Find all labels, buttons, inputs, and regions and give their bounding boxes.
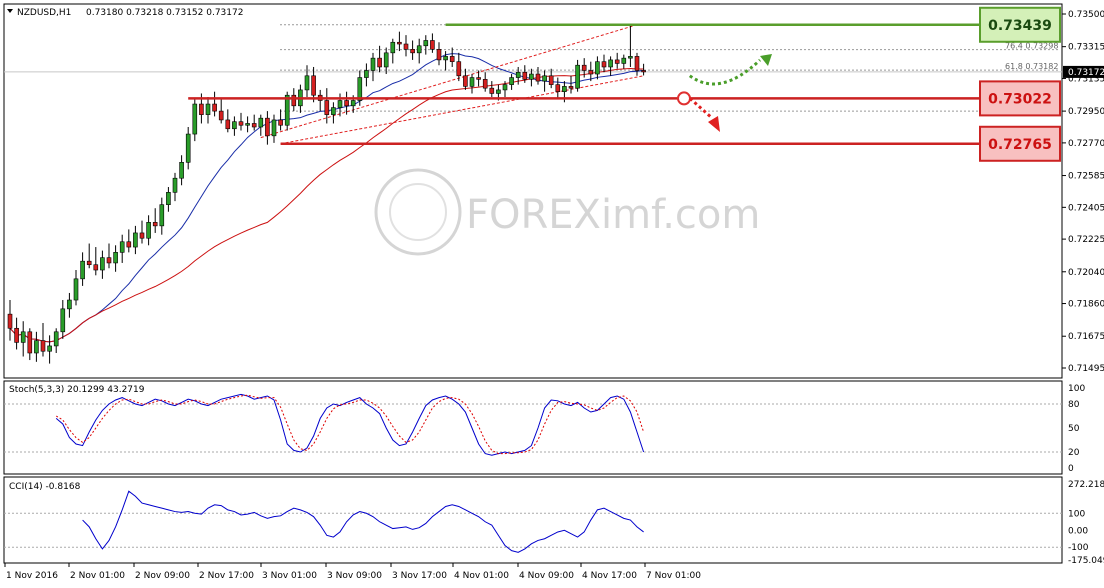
time-axis: 1 Nov 2016 2 Nov 01:00 2 Nov 09:00 2 Nov 17… [4,563,701,581]
ohlc-values: 0.73180 0.73218 0.73152 0.73172 [86,8,243,18]
level-badge-0.73022: 0.73022 [979,80,1061,117]
stoch-tick-label: 0 [1068,464,1074,474]
time-tick-label: 3 Nov 09:00 [327,571,382,581]
price-tick-label: 0.72950 [1068,107,1104,117]
cci-tick-label: 272.2185 [1068,480,1104,490]
chart-header: NZDUSD,H1 0.73180 0.73218 0.73152 0.7317… [7,8,243,18]
time-tick-label: 4 Nov 17:00 [582,571,637,581]
price-tick-label: 0.71860 [1068,300,1104,310]
cci-tick-label: 0.00 [1068,526,1088,536]
main-panel-frame [3,3,1063,379]
time-tick-label: 2 Nov 09:00 [135,571,190,581]
cci-title: CCI(14) -0.8168 [9,482,81,492]
cci-tick-label: -100 [1068,543,1089,553]
current-price-label: 0.73172 [1068,68,1104,78]
level-label: 0.72765 [988,137,1052,153]
break-point-icon [677,91,691,106]
price-tick-label: 0.72405 [1068,203,1104,213]
price-tick-label: 0.71495 [1068,364,1104,374]
fib-level-label: 76.4 0.73298 [1005,42,1058,51]
price-tick-label: 0.71675 [1068,332,1104,342]
level-badge-0.72765: 0.72765 [979,125,1061,162]
current-price-marker: 0.73172 [1063,65,1104,78]
price-tick-label: 0.73500 [1068,10,1104,20]
price-tick-label: 0.72040 [1068,268,1104,278]
time-tick-label: 4 Nov 09:00 [519,571,574,581]
symbol-label: NZDUSD,H1 [17,8,71,18]
level-badge-0.73439: 0.73439 [979,6,1061,43]
price-tick-label: 0.72770 [1068,139,1104,149]
price-tick-label: 0.73315 [1068,43,1104,53]
stoch-title: Stoch(5,3,3) 20.1299 43.2719 [9,385,145,395]
level-label: 0.73439 [988,18,1052,34]
price-axis: 0.735000.733150.731350.729500.727700.725… [1062,10,1104,374]
time-tick-label: 4 Nov 01:00 [454,571,509,581]
watermark-text: FOREXimf.com [466,192,760,238]
stoch-tick-label: 80 [1068,400,1080,410]
stoch-tick-label: 50 [1068,424,1080,434]
fib-level-label: 61.8 0.73182 [1005,62,1058,71]
stoch-tick-label: 20 [1068,448,1080,458]
time-tick-label: 1 Nov 2016 [6,571,58,581]
cci-tick-label: 100 [1068,509,1085,519]
time-tick-label: 7 Nov 01:00 [646,571,701,581]
cci-panel-frame [3,476,1063,564]
cci-tick-label: -175.049 [1068,556,1104,566]
stoch-panel-frame [3,380,1063,475]
price-tick-label: 0.72225 [1068,235,1104,245]
stoch-tick-label: 100 [1068,384,1085,394]
level-label: 0.73022 [988,91,1052,107]
price-tick-label: 0.72585 [1068,172,1104,182]
time-tick-label: 3 Nov 01:00 [262,571,317,581]
chart-canvas: 0.735000.733150.731350.729500.727700.725… [3,3,1104,581]
time-tick-label: 2 Nov 01:00 [70,571,125,581]
time-tick-label: 3 Nov 17:00 [392,571,447,581]
time-tick-label: 2 Nov 17:00 [199,571,254,581]
